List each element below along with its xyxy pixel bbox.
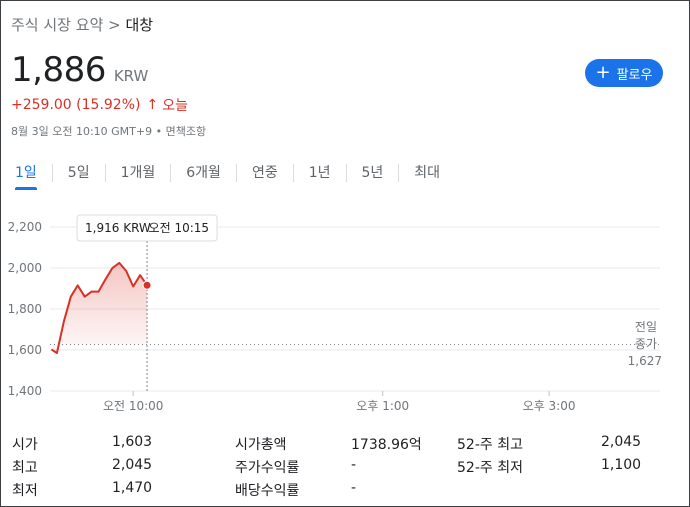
change-period: 오늘 xyxy=(162,98,188,114)
plus-icon: + xyxy=(595,62,611,83)
tooltip-time: 오전 10:15 xyxy=(149,221,209,235)
breadcrumb-current: 대창 xyxy=(125,16,154,34)
breadcrumb-separator: > xyxy=(108,16,121,34)
y-tick-label: 1,400 xyxy=(8,384,42,398)
stat-value: - xyxy=(351,480,357,496)
tooltip-value: 1,916 KRW xyxy=(85,221,151,235)
arrow-up-icon: ↑ xyxy=(146,97,159,113)
stat-label: 최고 xyxy=(12,460,38,476)
y-tick-label: 1,600 xyxy=(8,343,42,357)
range-tabs: 1일 5일 1개월 6개월 연중 1년 5년 최대 xyxy=(0,158,455,190)
current-price: 1,886 xyxy=(11,50,106,90)
stat-label: 52-주 최고 xyxy=(457,437,523,453)
stat-label: 배당수익률 xyxy=(235,483,300,499)
stat-value: 1738.96억 xyxy=(351,437,422,453)
stat-label: 시가 xyxy=(12,437,38,453)
price-chart[interactable]: 2,200 2,000 1,800 1,600 1,400 오전 10:00 오후 1:00… xyxy=(0,205,690,420)
stat-label: 52-주 최저 xyxy=(457,460,523,476)
previous-close-value: 1,627 xyxy=(628,354,662,368)
tab-5y[interactable]: 5년 xyxy=(347,160,399,186)
price-change: +259.00 (15.92%) ↑ 오늘 xyxy=(11,95,188,115)
stat-value: 1,100 xyxy=(601,457,642,473)
y-tick-label: 2,000 xyxy=(8,261,42,275)
tab-1d[interactable]: 1일 xyxy=(0,160,52,190)
tab-1m[interactable]: 1개월 xyxy=(106,160,171,186)
currency-label: KRW xyxy=(113,67,149,85)
tab-1y[interactable]: 1년 xyxy=(294,160,346,186)
price-row: 1,886 KRW xyxy=(11,50,148,90)
quote-timestamp: 8월 3일 오전 10:10 GMT+9 • 면책조항 xyxy=(11,125,207,138)
breadcrumb-root[interactable]: 주식 시장 요약 xyxy=(11,16,103,34)
y-tick-label: 1,800 xyxy=(8,302,42,316)
tab-5d[interactable]: 5일 xyxy=(53,160,105,186)
x-tick-label: 오후 3:00 xyxy=(523,399,576,413)
tab-6m[interactable]: 6개월 xyxy=(171,160,236,186)
follow-button[interactable]: + 팔로우 xyxy=(585,59,663,87)
stat-value: 2,045 xyxy=(112,457,153,473)
price-area-fill xyxy=(51,262,147,354)
stat-label: 시가총액 xyxy=(235,437,287,453)
x-tick-label: 오후 1:00 xyxy=(356,399,409,413)
follow-button-label: 팔로우 xyxy=(616,67,653,83)
change-value: +259.00 (15.92%) xyxy=(11,97,141,113)
stat-value: 2,045 xyxy=(601,434,642,450)
stat-value: - xyxy=(351,457,357,473)
stat-value: 1,603 xyxy=(112,434,153,450)
previous-close-label: 전일 xyxy=(635,320,657,334)
tab-ytd[interactable]: 연중 xyxy=(237,160,293,186)
hover-point xyxy=(142,280,152,290)
stat-value: 1,470 xyxy=(112,480,153,496)
previous-close-label: 종가 xyxy=(635,337,657,351)
stat-label: 주가수익률 xyxy=(235,460,300,476)
y-tick-label: 2,200 xyxy=(8,220,42,234)
stat-label: 최저 xyxy=(12,483,38,499)
tab-max[interactable]: 최대 xyxy=(399,160,455,186)
x-tick-label: 오전 10:00 xyxy=(103,399,163,413)
breadcrumb: 주식 시장 요약 > 대창 xyxy=(11,14,153,35)
